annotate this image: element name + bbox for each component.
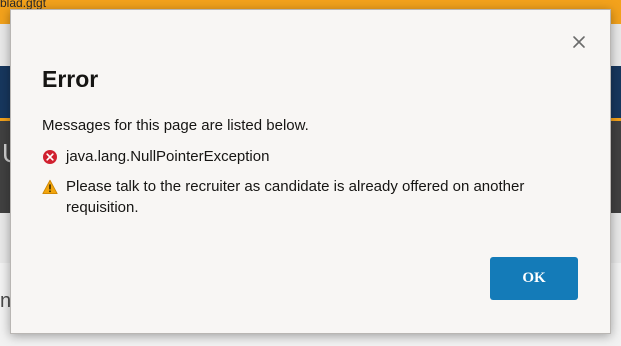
warning-message-text: Please talk to the recruiter as candidat… (66, 178, 525, 216)
dialog-title: Error (42, 66, 99, 92)
close-icon[interactable] (572, 35, 586, 49)
ok-button[interactable]: OK (490, 257, 578, 300)
error-dialog: Error Messages for this page are listed … (10, 9, 611, 334)
error-message-text: java.lang.NullPointerException (66, 148, 270, 165)
warning-triangle-icon (42, 179, 58, 195)
dialog-intro-text: Messages for this page are listed below. (42, 117, 309, 134)
error-circle-icon (42, 149, 58, 165)
